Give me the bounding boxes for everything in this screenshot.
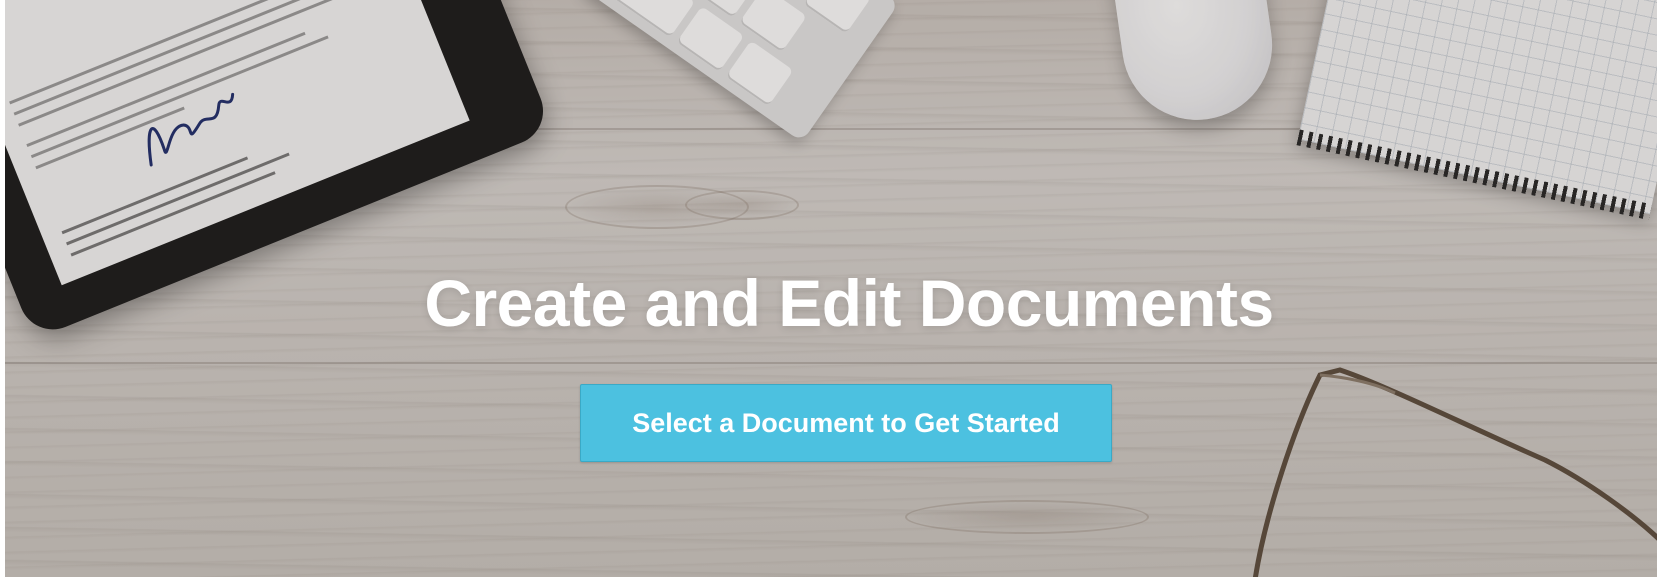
- glasses-icon: [1252, 367, 1657, 577]
- signed-document-image: [5, 0, 470, 286]
- mouse-icon: [1108, 0, 1282, 130]
- notebook-icon: [1296, 0, 1657, 221]
- select-document-button[interactable]: Select a Document to Get Started: [580, 384, 1112, 462]
- notebook-spiral: [1296, 129, 1652, 221]
- wood-knot: [905, 500, 1149, 534]
- wood-plank-seam: [5, 362, 1657, 364]
- hero-title: Create and Edit Documents: [424, 266, 1274, 341]
- keyboard-icon: [580, 0, 900, 143]
- wood-knot: [685, 190, 799, 220]
